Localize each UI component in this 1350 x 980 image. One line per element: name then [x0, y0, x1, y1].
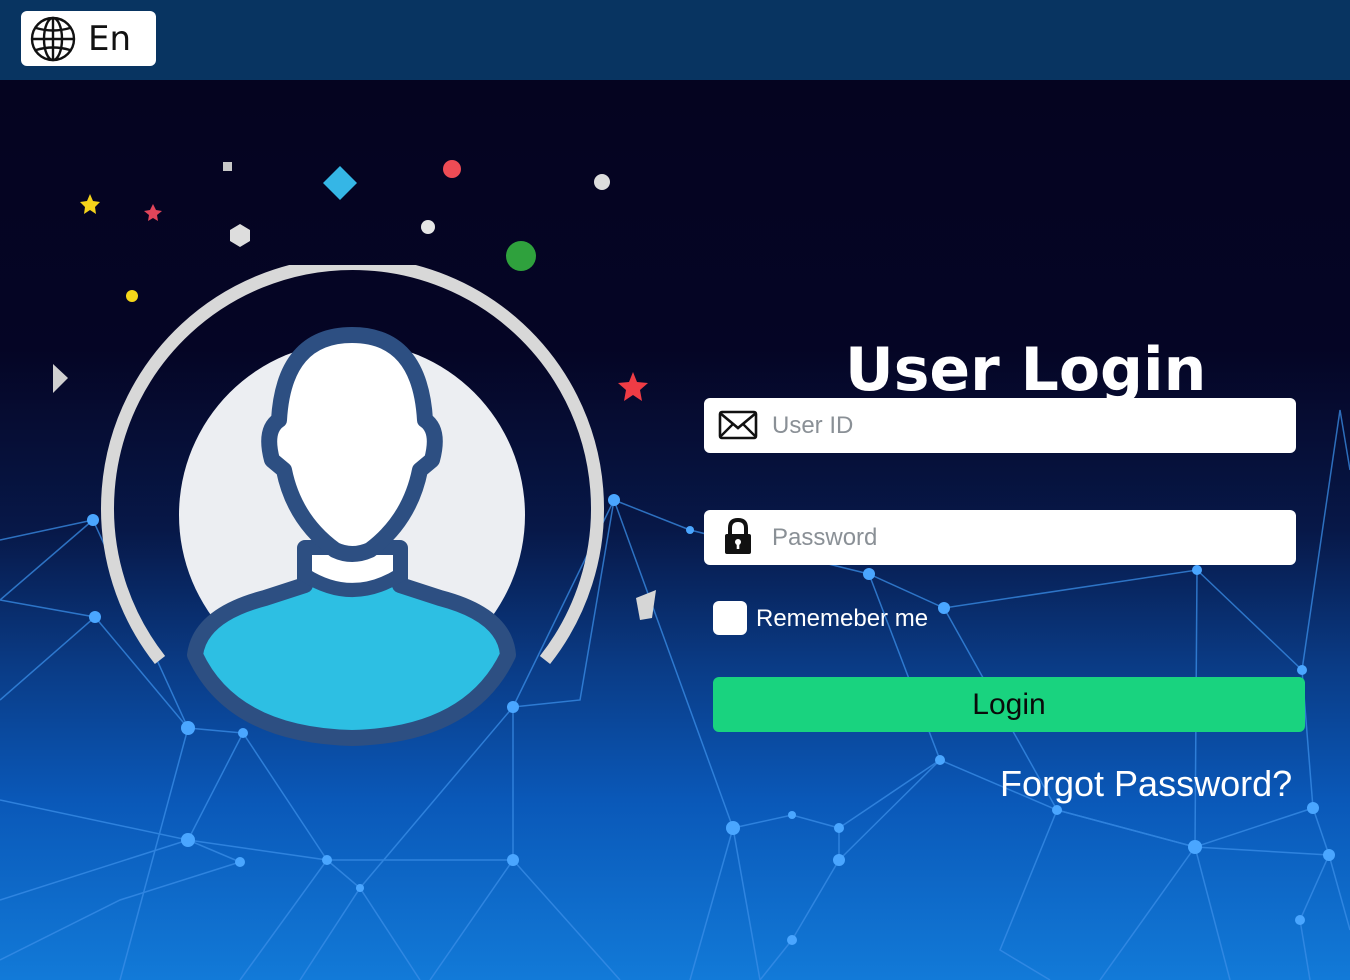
- password-input[interactable]: [770, 518, 1284, 558]
- remember-me-label: Rememeber me: [756, 605, 929, 632]
- top-bar: En: [0, 0, 1350, 80]
- login-scene: User Login Rememeber me Login Forgot Pas…: [0, 80, 1350, 980]
- user-id-field[interactable]: [704, 398, 1296, 453]
- envelope-icon: [718, 410, 758, 440]
- lock-icon: [725, 518, 751, 554]
- language-selector-button[interactable]: En: [21, 11, 156, 66]
- login-button[interactable]: Login: [713, 677, 1305, 732]
- globe-icon: [30, 16, 76, 62]
- forgot-password-link[interactable]: Forgot Password?: [1000, 762, 1292, 806]
- user-id-input[interactable]: [770, 406, 1284, 446]
- language-label: En: [88, 19, 132, 59]
- password-field[interactable]: [704, 510, 1296, 565]
- remember-me-checkbox[interactable]: [713, 601, 747, 635]
- user-avatar-icon: [101, 265, 604, 746]
